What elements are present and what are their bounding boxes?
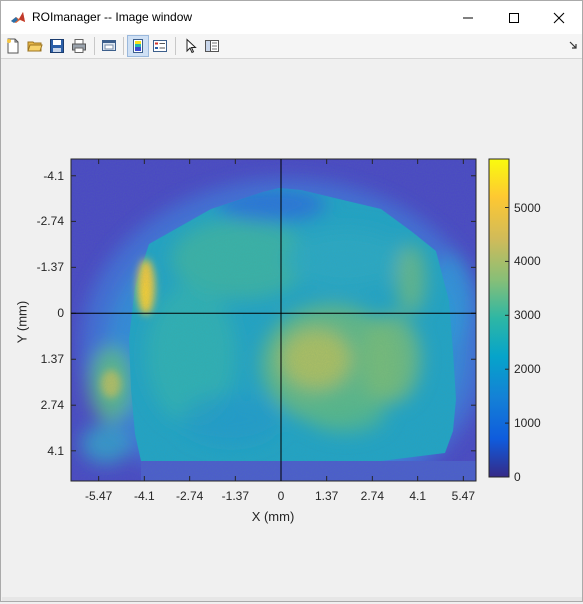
colorbar-toggle-button[interactable] (127, 35, 149, 57)
y-tick-label: -4.1 (43, 168, 64, 183)
printer-icon (72, 39, 86, 53)
matlab-logo-icon (10, 10, 26, 26)
colorbar-tick-label: 5000 (514, 200, 541, 215)
save-button[interactable] (47, 36, 67, 56)
floppy-disk-icon (50, 39, 64, 53)
link-plot-button[interactable] (99, 36, 119, 56)
colorbar-tick-label: 1000 (514, 416, 541, 431)
y-tick-label: 1.37 (40, 352, 64, 367)
close-icon (553, 12, 565, 23)
x-tick-label: -2.74 (175, 489, 204, 503)
edit-plot-button[interactable] (180, 36, 200, 56)
legend-toggle-button[interactable] (150, 36, 170, 56)
figure-canvas: -5.47 -4.1 -2.74 -1.37 0 1.37 2.74 4.1 5.47 -4.1… (1, 59, 582, 599)
link-plot-icon (102, 40, 116, 51)
pointer-arrow-icon (186, 38, 197, 54)
x-tick-label: 2.74 (360, 489, 385, 503)
new-figure-button[interactable] (3, 36, 23, 56)
toolbar-separator (175, 37, 176, 55)
x-tick-label: -5.47 (84, 489, 113, 503)
y-tick-label: -1.37 (36, 260, 64, 275)
y-axis-title: Y (mm) (14, 300, 30, 344)
property-panel-icon (205, 40, 219, 52)
new-file-icon (7, 38, 19, 54)
folder-open-icon (27, 41, 43, 52)
x-tick-label: 5.47 (451, 489, 476, 503)
minimize-button[interactable] (445, 1, 491, 34)
x-tick-label: -4.1 (133, 489, 155, 503)
minimize-icon (463, 17, 473, 18)
x-tick-label: -1.37 (221, 489, 250, 503)
y-tick-label: 0 (57, 306, 64, 321)
x-axis-title: X (mm) (251, 509, 295, 524)
window-bottom-edge (2, 597, 582, 601)
colorbar[interactable] (488, 158, 510, 478)
y-tick-label: 4.1 (47, 443, 64, 458)
print-button[interactable] (69, 36, 89, 56)
colorbar-icon (133, 39, 143, 53)
dock-figure-button[interactable] (567, 39, 579, 51)
colorbar-tick-label: 4000 (514, 254, 541, 269)
x-tick-label: 1.37 (314, 489, 339, 503)
toolbar-separator (123, 37, 124, 55)
window-title: ROImanager -- Image window (32, 10, 193, 24)
open-file-button[interactable] (25, 36, 45, 56)
y-tick-label: -2.74 (36, 214, 64, 229)
title-bar[interactable]: ROImanager -- Image window (1, 1, 582, 34)
close-button[interactable] (536, 1, 582, 34)
dock-arrow-icon (569, 41, 577, 49)
y-tick-label: 2.74 (40, 398, 64, 413)
x-tick-label: 4.1 (409, 489, 426, 503)
colorbar-tick-label: 2000 (514, 362, 541, 377)
legend-icon (153, 40, 167, 52)
plot-tools-button[interactable] (202, 36, 222, 56)
toolbar-separator (94, 37, 95, 55)
maximize-button[interactable] (491, 1, 537, 34)
maximize-icon (509, 12, 519, 23)
colorbar-tick-label: 3000 (514, 308, 541, 323)
colorbar-tick-label: 0 (514, 470, 521, 484)
x-tick-label: 0 (277, 489, 285, 503)
figure-toolbar (1, 34, 582, 59)
roimanager-image-window: ROImanager -- Image window -5.47 -4.1 -2… (0, 0, 583, 602)
